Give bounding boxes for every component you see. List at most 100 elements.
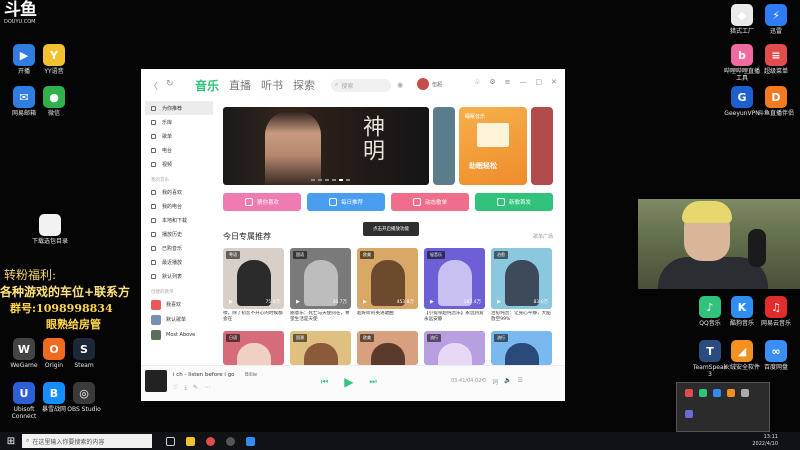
banner-side-card[interactable] <box>531 107 553 185</box>
sidebar-item[interactable]: 视频 <box>145 157 213 171</box>
sidebar-playlist[interactable]: Most Above <box>145 327 213 342</box>
tray-icon[interactable] <box>741 389 749 397</box>
playlist-card[interactable]: 流行 <box>424 331 485 365</box>
next-icon[interactable]: ⏭ <box>369 377 376 387</box>
comment-icon[interactable]: ✎ <box>193 384 198 392</box>
playlist-title[interactable]: 治愈纯音：让身心平静，大脑放空99% <box>491 311 552 323</box>
sidebar-item[interactable]: 默认列表 <box>145 269 213 283</box>
sidebar-item[interactable]: 播放历史 <box>145 227 213 241</box>
playlist-card[interactable]: 国潮 <box>290 331 351 365</box>
song-title[interactable]: i ch - listen before i go <box>173 372 235 378</box>
clock[interactable]: 13:11 2022/4/10 <box>752 434 778 448</box>
user-area[interactable]: 伍超 <box>417 78 442 90</box>
desktop-icon[interactable]: S Steam <box>64 338 104 369</box>
playlist-card[interactable]: 流行 <box>491 331 552 365</box>
sidebar-item[interactable]: 我的电台 <box>145 199 213 213</box>
sidebar-item[interactable]: 最近播放 <box>145 255 213 269</box>
playlist-title[interactable]: 嘿，除了初恋不开心的时候都会在 <box>223 311 284 323</box>
playlist-icon[interactable]: ☰ <box>518 377 523 386</box>
close-icon[interactable]: ✕ <box>551 78 557 86</box>
playlist-card[interactable]: 国语 ▶ 35.7万随意乐：死亡与天使同在，希望生活是天使 <box>290 248 351 323</box>
tray-icon[interactable] <box>713 389 721 397</box>
playlist-cover[interactable]: 国潮 <box>290 331 351 365</box>
playlist-card[interactable]: 轻音乐 ▶ 187.4万【小提琴超纯音乐】永远热爱 永远安静 <box>424 248 485 323</box>
sidebar-playlist[interactable]: 我喜欢 <box>145 297 213 312</box>
voice-search-icon[interactable]: ◉ <box>397 81 403 89</box>
sidebar-playlist[interactable]: 默认歌单 <box>145 312 213 327</box>
repeat-icon[interactable]: ⟲ <box>481 377 486 386</box>
playlist-card[interactable]: 欧美 <box>357 331 418 365</box>
sidebar-item[interactable]: 歌单 <box>145 129 213 143</box>
minimize-icon[interactable]: — <box>520 78 527 86</box>
back-icon[interactable]: 〈 <box>149 79 158 92</box>
username[interactable]: 伍超 <box>432 81 442 88</box>
tab-0[interactable]: 音乐 <box>195 77 219 94</box>
sidebar-item[interactable]: 我的喜欢 <box>145 185 213 199</box>
quick-button[interactable]: 新歌首发 <box>475 193 553 211</box>
playlist-card[interactable]: 日语 <box>223 331 284 365</box>
obs-icon[interactable] <box>226 436 235 446</box>
now-playing-cover[interactable] <box>145 370 167 392</box>
chrome-icon[interactable] <box>206 436 215 446</box>
singer-name[interactable]: Billie <box>245 372 257 378</box>
tray-icon[interactable] <box>727 389 735 397</box>
explorer-icon[interactable] <box>186 436 195 446</box>
banner-dots[interactable] <box>311 179 350 181</box>
playlist-card[interactable]: 治愈 ▶ 83.6万 治愈纯音：让身心平静，大脑放空99% <box>491 248 552 323</box>
sleep-music-card[interactable]: 睡眠音乐 助眠轻松 <box>459 107 527 185</box>
hero-banner[interactable]: 神明 <box>223 107 429 185</box>
quick-button[interactable]: 动态歌单 <box>391 193 469 211</box>
more-icon[interactable]: ⋯ <box>204 384 210 392</box>
sidebar-item[interactable]: 为你推荐 <box>145 101 213 115</box>
taskbar-search[interactable]: ⌕ 在这里输入你要搜索的内容 <box>22 434 152 448</box>
windows-start-icon[interactable]: ⊞ <box>0 432 22 450</box>
desktop-icon[interactable]: ◎ OBS Studio <box>64 382 104 413</box>
settings-icon[interactable]: ⚙ <box>489 78 495 86</box>
previous-icon[interactable]: ⏮ <box>321 377 328 387</box>
sidebar-item[interactable]: 本地和下载 <box>145 213 213 227</box>
playlist-cover[interactable]: 欧美 ▶ 453.8万 <box>357 248 418 309</box>
playlist-cover[interactable]: 国语 ▶ 35.7万 <box>290 248 351 309</box>
menu-icon[interactable]: ≡ <box>505 78 511 86</box>
tray-icon[interactable] <box>685 410 693 418</box>
like-icon[interactable]: ♡ <box>173 384 178 392</box>
playlist-card[interactable]: 欧美 ▶ 453.8万 超好听的英语歌曲 <box>357 248 418 323</box>
tray-icon[interactable] <box>685 389 693 397</box>
playlist-cover[interactable]: 日语 <box>223 331 284 365</box>
desktop-icon[interactable]: ● 微信 <box>34 86 74 117</box>
download-icon[interactable]: ⤓ <box>184 384 187 392</box>
qq-music-taskbar-icon[interactable] <box>246 436 255 446</box>
desktop-icon[interactable]: Y YY语音 <box>34 44 74 75</box>
desktop-icon[interactable]: D 斗鱼直播伴侣 <box>756 86 796 117</box>
section-more-link[interactable]: 歌单广场 <box>533 233 553 240</box>
playlist-title[interactable]: 【小提琴超纯音乐】永远热爱 永远安静 <box>424 311 485 323</box>
desktop-icon[interactable]: ≡ 超级菜单 <box>756 44 796 75</box>
skin-icon[interactable]: ♧ <box>474 78 480 86</box>
quick-button[interactable]: 猜你喜欢 <box>223 193 301 211</box>
desktop-icon[interactable]: 下载选包目录 <box>30 214 70 245</box>
playlist-title[interactable]: 随意乐：死亡与天使同在，希望生活是天使 <box>290 311 351 323</box>
playlist-cover[interactable]: 欧美 <box>357 331 418 365</box>
playlist-cover[interactable]: 粤语 ▶ 75.4万 <box>223 248 284 309</box>
avatar[interactable] <box>417 78 429 90</box>
tab-3[interactable]: 探索 <box>293 77 315 93</box>
playlist-cover[interactable]: 轻音乐 ▶ 187.4万 <box>424 248 485 309</box>
sidebar-item[interactable]: 乐库 <box>145 115 213 129</box>
search-input[interactable]: ⌕ 搜索 <box>331 78 392 92</box>
tab-2[interactable]: 听书 <box>261 77 283 93</box>
play-icon[interactable]: ▶ <box>344 375 353 389</box>
maximize-icon[interactable]: □ <box>536 78 543 86</box>
refresh-icon[interactable]: ↻ <box>166 79 174 92</box>
banner-side-card[interactable] <box>433 107 455 185</box>
desktop-icon[interactable]: ♫ 网易云音乐 <box>756 296 796 327</box>
sidebar-item[interactable]: 已购音乐 <box>145 241 213 255</box>
lyrics-icon[interactable]: 词 <box>492 377 498 386</box>
quick-button[interactable]: 每日推荐 <box>307 193 385 211</box>
playlist-card[interactable]: 粤语 ▶ 75.4万嘿，除了初恋不开心的时候都会在 <box>223 248 284 323</box>
desktop-icon[interactable]: ∞ 百度网盘 <box>756 340 796 371</box>
task-view-icon[interactable] <box>166 436 175 446</box>
playlist-cover[interactable]: 流行 <box>424 331 485 365</box>
volume-icon[interactable]: 🔈 <box>504 377 511 386</box>
tab-1[interactable]: 直播 <box>229 77 251 93</box>
desktop-icon[interactable]: ⚡ 迅雷 <box>756 4 796 35</box>
